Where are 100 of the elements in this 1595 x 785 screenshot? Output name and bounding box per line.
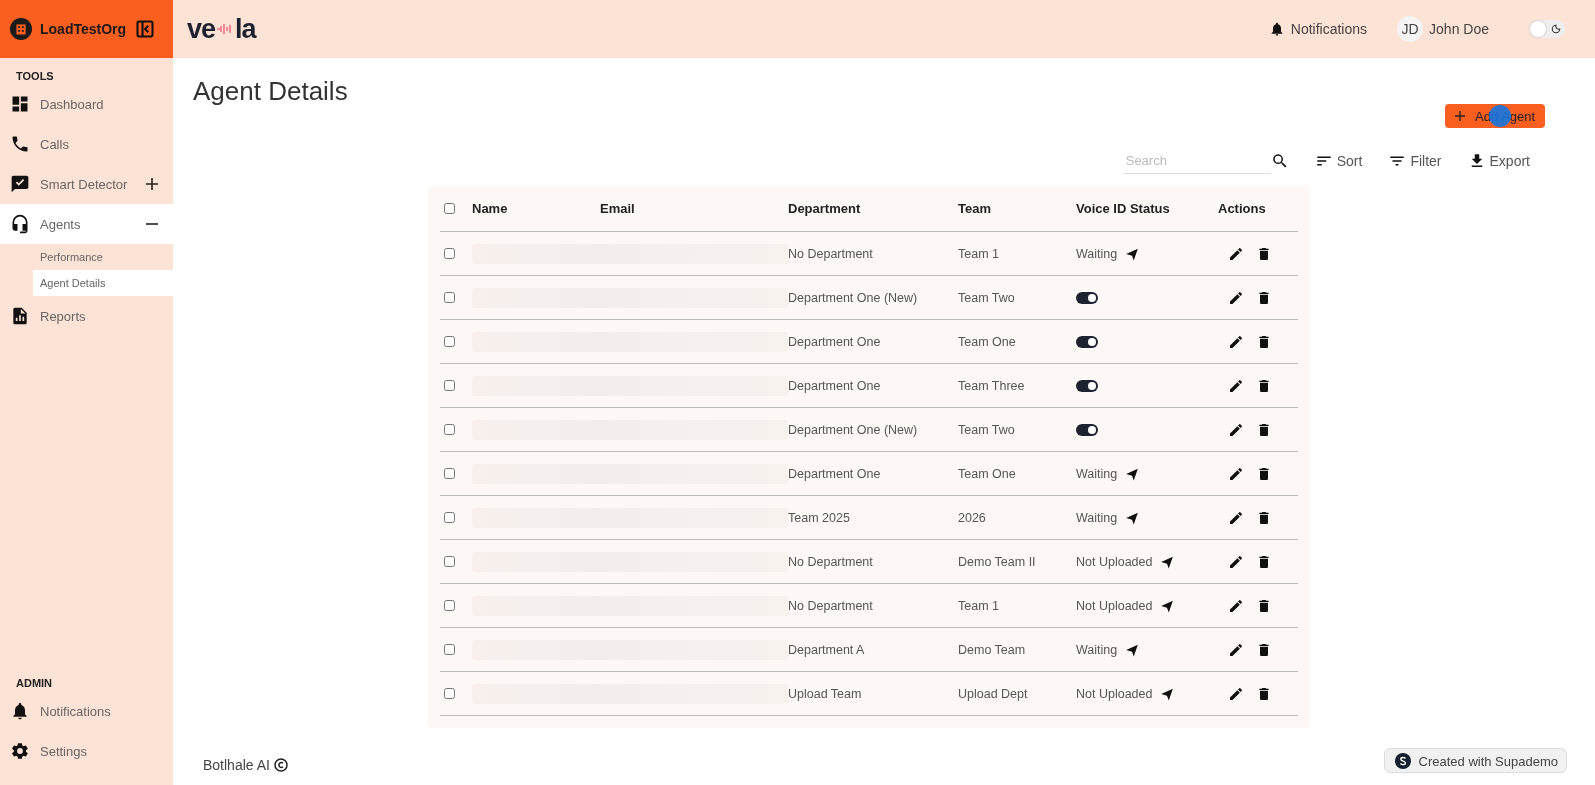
voice-id-toggle[interactable] (1076, 379, 1098, 392)
table-cell-text: Upload Dept (958, 686, 1029, 701)
edit-icon[interactable] (1228, 641, 1244, 658)
moon-icon (1551, 24, 1561, 34)
row-checkbox[interactable] (444, 556, 455, 567)
delete-icon[interactable] (1256, 465, 1272, 482)
edit-icon[interactable] (1228, 553, 1244, 570)
edit-icon[interactable] (1228, 377, 1244, 394)
sidebar-label: Calls (40, 136, 70, 152)
sidebar-item[interactable]: Reports (0, 296, 173, 336)
send-icon[interactable] (1125, 642, 1140, 657)
table-cell-text: No Department (788, 246, 874, 261)
column-header: Actions (1218, 201, 1267, 216)
delete-icon[interactable] (1256, 685, 1272, 702)
table-cell-text: Department One (New) (788, 290, 919, 305)
send-icon[interactable] (1125, 246, 1140, 261)
logo-text: ve (187, 13, 216, 45)
notifications-link[interactable]: Notifications (1268, 21, 1368, 37)
voice-id-toggle[interactable] (1076, 291, 1098, 304)
delete-icon[interactable] (1256, 421, 1272, 438)
status-text: Not Uploaded (1076, 554, 1153, 569)
column-header: Team (958, 201, 992, 216)
table-cell-text: Team Two (958, 290, 1016, 305)
table-cell-text: Team 1 (958, 598, 1000, 613)
select-all-checkbox[interactable] (444, 203, 455, 214)
edit-icon[interactable] (1228, 421, 1244, 438)
row-checkbox[interactable] (444, 512, 455, 523)
delete-icon[interactable] (1256, 509, 1272, 526)
delete-icon[interactable] (1256, 377, 1272, 394)
table-cell-text: No Department (788, 598, 874, 613)
table-cell-text: Department One (788, 378, 882, 393)
row-checkbox[interactable] (444, 248, 455, 259)
delete-icon[interactable] (1256, 641, 1272, 658)
voice-id-toggle[interactable] (1076, 423, 1098, 436)
send-icon[interactable] (1125, 466, 1140, 481)
delete-icon[interactable] (1256, 597, 1272, 614)
send-icon[interactable] (1160, 598, 1175, 613)
export-button[interactable]: Export (1467, 152, 1530, 170)
company-name: Botlhale AI (203, 757, 270, 773)
status-text: Waiting (1076, 642, 1118, 657)
dashboard-icon (10, 94, 30, 114)
column-header: Department (788, 201, 862, 216)
dark-mode-toggle[interactable] (1529, 20, 1565, 38)
sidebar-item[interactable]: Agents (0, 204, 173, 244)
row-checkbox[interactable] (444, 688, 455, 699)
send-icon[interactable] (1160, 686, 1175, 701)
section-title: TOOLS (15, 70, 55, 82)
search-icon[interactable] (1270, 152, 1289, 170)
sidebar-item[interactable]: Notifications (0, 691, 173, 731)
row-checkbox[interactable] (444, 336, 455, 347)
search-field[interactable]: Search (1123, 148, 1271, 174)
sidebar-subitem[interactable]: Agent Details (33, 270, 173, 296)
send-icon[interactable] (1160, 554, 1175, 569)
row-checkbox[interactable] (444, 380, 455, 391)
table-cell-text: 2026 (958, 510, 987, 525)
collapse-sidebar-icon[interactable] (135, 19, 155, 39)
table-cell-text: Department A (788, 642, 866, 657)
sort-button[interactable]: Sort (1314, 152, 1363, 170)
row-checkbox[interactable] (444, 468, 455, 479)
sidebar-label: Notifications (40, 703, 112, 719)
settings-icon (10, 741, 30, 761)
logo-text: la (235, 13, 256, 45)
table-cell-text: No Department (788, 554, 874, 569)
edit-icon[interactable] (1228, 509, 1244, 526)
sidebar-item[interactable]: Settings (0, 731, 173, 771)
sidebar-item[interactable]: Smart Detector (0, 164, 173, 204)
sidebar-item[interactable]: Dashboard (0, 84, 173, 124)
row-checkbox[interactable] (444, 644, 455, 655)
sidebar-item[interactable]: Calls (0, 124, 173, 164)
edit-icon[interactable] (1228, 333, 1244, 350)
delete-icon[interactable] (1256, 289, 1272, 306)
phone-icon (10, 134, 30, 154)
user-avatar[interactable]: JD (1397, 16, 1424, 42)
delete-icon[interactable] (1256, 245, 1272, 262)
delete-icon[interactable] (1256, 333, 1272, 350)
edit-icon[interactable] (1228, 685, 1244, 702)
column-header: Email (600, 201, 636, 216)
status-text: Not Uploaded (1076, 686, 1153, 701)
edit-icon[interactable] (1228, 597, 1244, 614)
delete-icon[interactable] (1256, 553, 1272, 570)
bell-icon (10, 701, 30, 721)
send-icon[interactable] (1125, 510, 1140, 525)
supademo-badge[interactable]: Created with Supademo (1383, 748, 1567, 773)
expand-icon[interactable] (145, 177, 159, 191)
row-checkbox[interactable] (444, 292, 455, 303)
headset-icon (10, 214, 30, 234)
copyright-icon (273, 758, 288, 772)
edit-icon[interactable] (1228, 465, 1244, 482)
sidebar-label: Dashboard (40, 96, 105, 112)
edit-icon[interactable] (1228, 289, 1244, 306)
sidebar-subitem[interactable]: Performance (33, 244, 173, 270)
table-cell-text: Team Three (958, 378, 1026, 393)
user-name[interactable]: John Doe (1429, 21, 1489, 37)
edit-icon[interactable] (1228, 245, 1244, 262)
column-header: Name (472, 201, 509, 216)
row-checkbox[interactable] (444, 600, 455, 611)
status-text: Waiting (1076, 246, 1118, 261)
row-checkbox[interactable] (444, 424, 455, 435)
voice-id-toggle[interactable] (1076, 335, 1098, 348)
filter-button[interactable]: Filter (1388, 152, 1442, 170)
